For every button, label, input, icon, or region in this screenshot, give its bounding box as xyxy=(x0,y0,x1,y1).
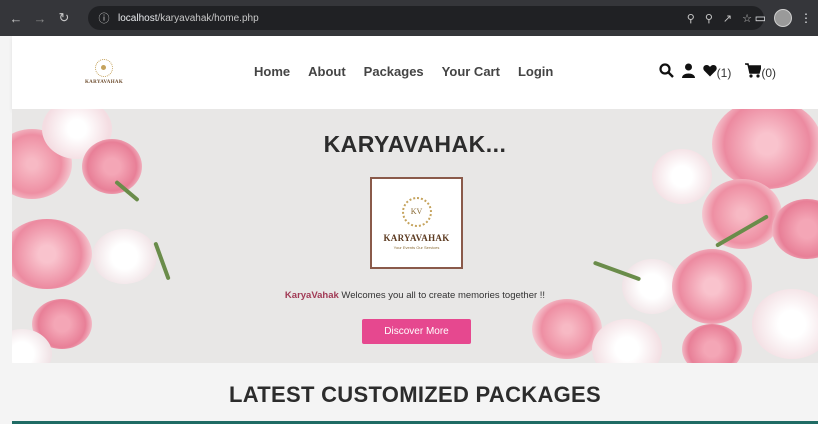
hero-logo: KV KARYAVAHAK Your Events Our Services xyxy=(370,177,463,269)
url-host: localhost xyxy=(118,12,158,24)
logo-text: KARYAVAHAK xyxy=(84,80,124,85)
reload-icon[interactable]: ↻ xyxy=(54,8,74,28)
nav-your-cart[interactable]: Your Cart xyxy=(442,64,500,79)
menu-dots-icon[interactable]: ⋮ xyxy=(800,11,812,25)
share-icon[interactable]: ↗ xyxy=(723,12,732,25)
info-icon[interactable]: ⓘ xyxy=(96,10,112,26)
site-logo[interactable]: KARYAVAHAK xyxy=(80,52,128,92)
nav-login[interactable]: Login xyxy=(518,64,553,79)
key-icon[interactable]: ⚲ xyxy=(687,12,695,25)
browser-toolbar: ← → ↻ ⓘ localhost/karyavahak/home.php ⚲ … xyxy=(0,0,818,36)
logo-ornament-icon xyxy=(95,59,113,77)
logo-tagline: Your Events Our Services xyxy=(393,244,440,250)
nav-packages[interactable]: Packages xyxy=(364,64,424,79)
header-icons: (1) (0) xyxy=(659,63,776,82)
cart-count: (0) xyxy=(761,65,776,80)
forward-icon[interactable]: → xyxy=(30,8,50,28)
section-title: LATEST CUSTOMIZED PACKAGES xyxy=(228,382,602,407)
bookmark-star-icon[interactable]: ☆ xyxy=(742,12,752,25)
sidepanel-icon[interactable]: ▭ xyxy=(755,11,766,25)
welcome-message: Welcomes you all to create memories toge… xyxy=(338,290,546,301)
url-text[interactable]: localhost/karyavahak/home.php xyxy=(118,13,259,24)
welcome-text: KaryaVahak Welcomes you all to create me… xyxy=(12,290,818,301)
hero-title: KARYAVAHAK... xyxy=(323,131,507,157)
back-icon[interactable]: ← xyxy=(6,8,26,28)
url-path: /karyavahak/home.php xyxy=(157,12,259,24)
logo-monogram: KV xyxy=(401,196,432,227)
hero-banner: KARYAVAHAK... KV KARYAVAHAK Your Events … xyxy=(12,109,818,363)
address-bar[interactable]: ⓘ localhost/karyavahak/home.php ⚲ ⚲ ↗ ☆ xyxy=(88,6,764,30)
latest-packages-section: LATEST CUSTOMIZED PACKAGES xyxy=(12,363,818,424)
user-icon[interactable] xyxy=(681,63,695,82)
discover-more-button[interactable]: Discover More xyxy=(362,319,471,344)
zoom-icon[interactable]: ⚲ xyxy=(705,12,713,25)
logo-name: KARYAVAHAK xyxy=(383,232,450,243)
search-icon[interactable] xyxy=(659,63,674,82)
nav-about[interactable]: About xyxy=(308,64,346,79)
site-header: KARYAVAHAK Home About Packages Your Cart… xyxy=(12,36,818,109)
welcome-brand: KaryaVahak xyxy=(284,290,339,301)
profile-avatar[interactable] xyxy=(774,9,792,27)
wishlist-count: (1) xyxy=(716,65,732,80)
heart-icon[interactable] xyxy=(702,64,717,81)
cart-icon[interactable] xyxy=(745,63,763,82)
main-nav: Home About Packages Your Cart Login xyxy=(254,64,553,79)
nav-home[interactable]: Home xyxy=(254,64,290,79)
